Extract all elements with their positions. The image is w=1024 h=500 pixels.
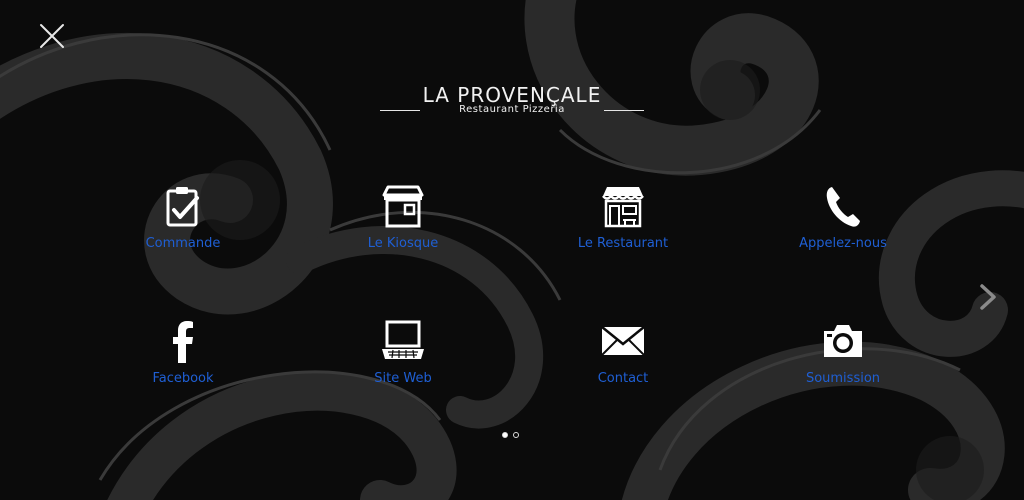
menu-item-contact[interactable]: Contact: [533, 319, 713, 409]
menu-item-label: Soumission: [805, 371, 881, 386]
menu-item-le-kiosque[interactable]: Le Kiosque: [313, 184, 493, 274]
envelope-icon: [601, 326, 645, 356]
camera-icon: [824, 325, 862, 357]
menu-item-label: Site Web: [374, 371, 432, 386]
menu-item-site-web[interactable]: Site Web: [313, 319, 493, 409]
next-page-button[interactable]: [976, 282, 1000, 312]
clipboard-check-icon: [166, 187, 199, 227]
close-button[interactable]: [36, 20, 68, 52]
menu-item-facebook[interactable]: Facebook: [93, 319, 273, 409]
restaurant-storefront-icon: [602, 187, 644, 228]
kiosk-icon: [382, 185, 424, 228]
menu-item-label: Facebook: [152, 371, 214, 386]
laptop-icon: [382, 320, 424, 359]
menu-item-label: Contact: [597, 371, 649, 386]
page-dot-1[interactable]: [502, 432, 508, 438]
menu-item-soumission[interactable]: Soumission: [753, 319, 933, 409]
brand-title: LA PROVENÇALE: [422, 83, 602, 107]
close-icon: [40, 24, 64, 48]
brand-subtitle: Restaurant Pizzeria: [362, 105, 662, 115]
menu-item-le-restaurant[interactable]: Le Restaurant: [533, 184, 713, 274]
page-dot-2[interactable]: [513, 432, 519, 438]
menu-item-label: Le Restaurant: [577, 236, 669, 251]
menu-item-commande[interactable]: Commande: [93, 184, 273, 274]
facebook-icon: [173, 321, 193, 363]
menu-item-label: Le Kiosque: [367, 236, 439, 251]
menu-item-label: Appelez-nous: [799, 236, 887, 251]
menu-item-label: Commande: [145, 236, 221, 251]
chevron-right-icon: [980, 284, 996, 310]
brand-logo: LA PROVENÇALE Restaurant Pizzeria: [362, 84, 662, 120]
pagination-dots: [500, 432, 524, 440]
menu-item-appelez-nous[interactable]: Appelez-nous: [753, 184, 933, 274]
phone-icon: [826, 187, 860, 227]
